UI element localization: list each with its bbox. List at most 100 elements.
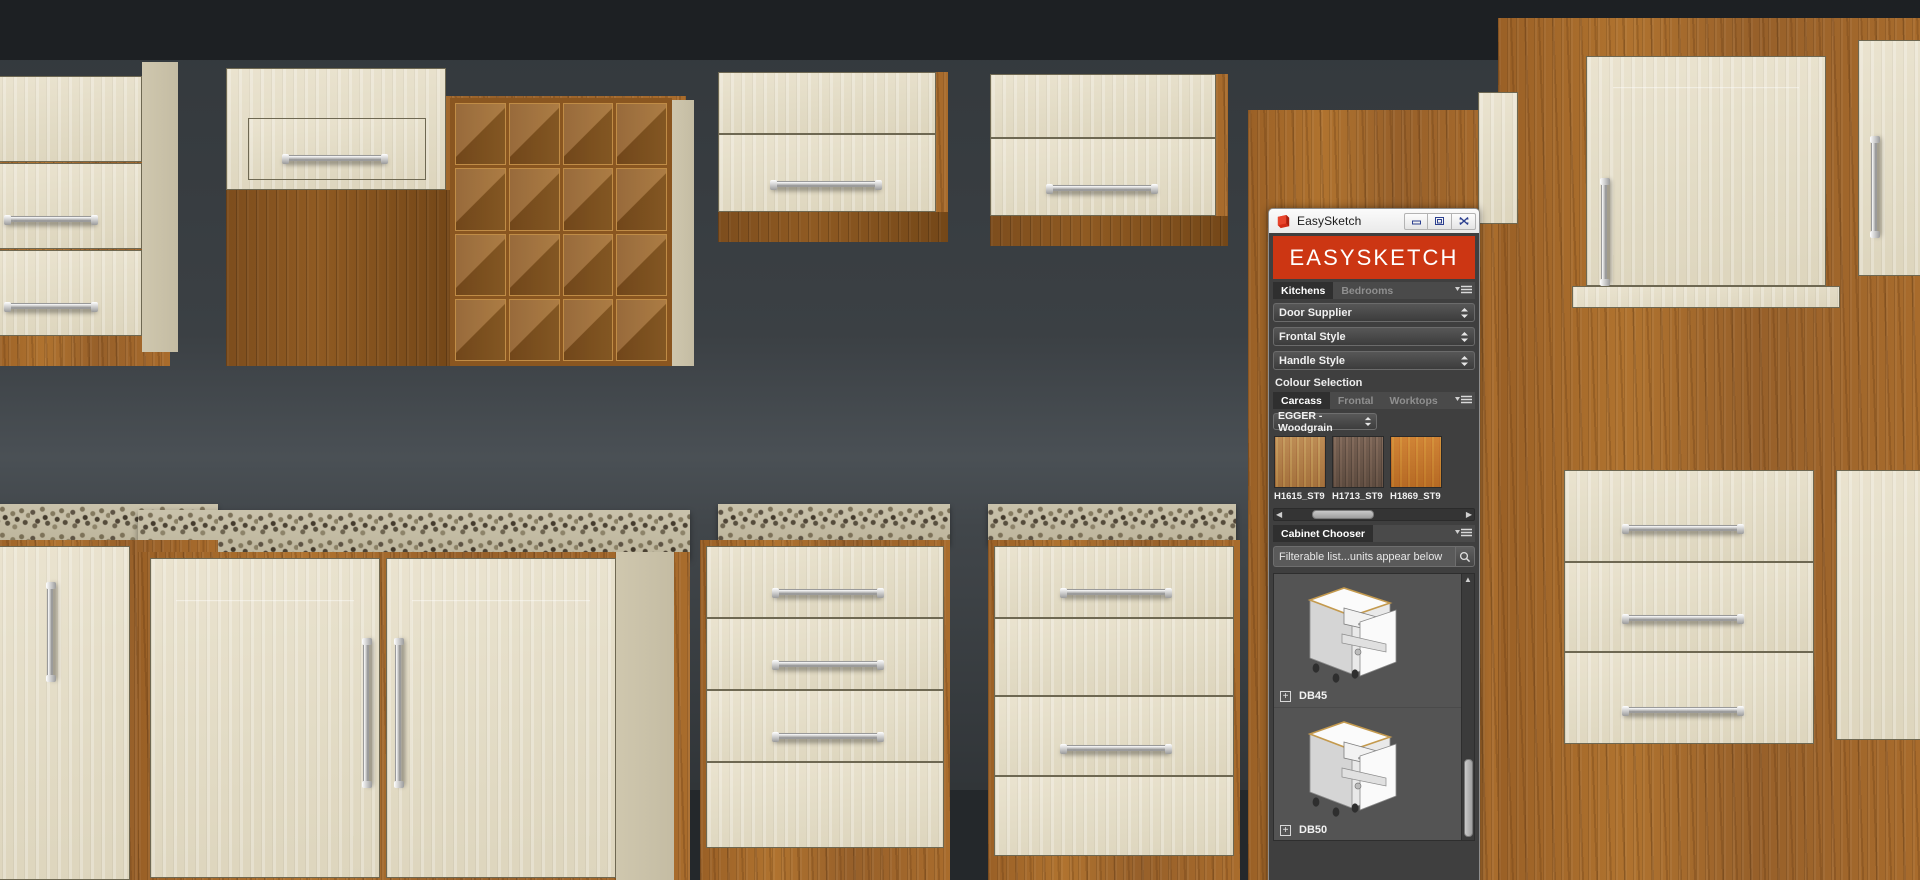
tab-kitchens[interactable]: Kitchens [1273,282,1334,299]
restore-button[interactable] [1428,212,1452,230]
cabinet-list-vertical-scrollbar[interactable]: ▲ [1461,574,1474,840]
hscroll-thumb[interactable] [1311,510,1374,519]
scroll-right-arrow-icon[interactable]: ▶ [1466,510,1472,519]
wall-door-4b [990,138,1216,216]
colour-swatch[interactable] [1390,436,1442,488]
handle-wall-3 [770,180,882,190]
window-controls[interactable] [1404,212,1476,230]
base-door-right-2 [1564,562,1814,652]
main-tabs[interactable]: Kitchens Bedrooms [1273,282,1475,299]
handle-base-left [46,582,56,682]
panel-titlebar[interactable]: EasySketch [1269,209,1479,233]
handle-base-right-2 [1622,614,1744,624]
handle-wall-mid [282,154,388,164]
wine-cell [455,103,506,166]
handle-base-right-3 [1622,706,1744,716]
handle-wall-4 [1046,184,1158,194]
wine-cell [562,168,614,231]
main-tabs-menu-button[interactable] [1455,282,1475,299]
drawer-1b [706,618,944,690]
swatch-cell[interactable]: H1869_ST9 [1390,436,1442,502]
tall-door-right-top [1586,56,1826,286]
design-viewport[interactable] [0,0,1920,880]
wine-cell [508,168,560,231]
minimize-icon [1411,220,1421,224]
cabinet-code: DB50 [1299,824,1328,836]
drawer-2d [994,776,1234,856]
handle-tall-far-right [1870,136,1880,238]
expand-plus-icon[interactable]: + [1280,824,1291,836]
minimize-button[interactable] [1404,212,1428,230]
swatch-cell[interactable]: H1615_ST9 [1274,436,1326,502]
scroll-up-arrow-icon[interactable]: ▲ [1462,574,1474,584]
cabinet-list[interactable]: + DB45 + DB50 ▲ [1273,573,1475,841]
wine-cell [562,233,614,296]
sketchup-logo-icon [1277,214,1290,228]
wall-door-l1 [0,76,142,162]
list-item[interactable]: + DB45 [1274,574,1474,708]
brand-wordmark: EASYSKETCH [1289,244,1459,270]
tab-frontal-label: Frontal [1337,394,1374,407]
handle-wall-l3 [4,302,98,312]
swatch-cell[interactable]: H1713_ST9 [1332,436,1384,502]
colour-swatch-row[interactable]: H1615_ST9 H1713_ST9 H1869_ST9 [1273,436,1475,502]
swatch-horizontal-scrollbar[interactable]: ◀ ▶ [1273,508,1475,521]
handle-style-dropdown[interactable]: Handle Style [1273,351,1475,370]
wall-unit-plinth-4 [990,216,1228,246]
tab-worktops[interactable]: Worktops [1381,392,1446,409]
wine-cell [508,298,560,361]
drawer-2a [994,546,1234,618]
colour-tabs-menu-button[interactable] [1455,392,1475,409]
frontal-style-dropdown[interactable]: Frontal Style [1273,327,1475,346]
colour-swatch[interactable] [1332,436,1384,488]
colour-swatch[interactable] [1274,436,1326,488]
wine-cell [455,298,506,361]
brand-banner: EASYSKETCH [1273,236,1475,279]
hscroll-track[interactable] [1282,510,1466,519]
expand-plus-icon[interactable]: + [1280,690,1291,702]
drawer-1d [706,762,944,848]
wall-unit-backpanel-mid [226,190,450,366]
wall-door-4a [990,74,1216,138]
wine-cell [616,233,667,296]
tab-carcass[interactable]: Carcass [1273,392,1330,409]
tab-bedrooms-label: Bedrooms [1341,284,1394,297]
handle-drawer-2a [1060,588,1172,598]
drawer-2b [994,618,1234,696]
tab-bedrooms[interactable]: Bedrooms [1333,282,1402,299]
wall-unit-plinth-3 [718,212,948,242]
colour-tabs[interactable]: Carcass Frontal Worktops [1273,392,1475,409]
close-button[interactable] [1452,212,1476,230]
worktop-right-b [988,504,1236,544]
cabinet-search-button[interactable] [1455,546,1475,567]
cabinet-search-row[interactable]: Filterable list...units appear below [1273,546,1475,567]
frontal-style-label: Frontal Style [1279,330,1346,343]
cabinet-label-row[interactable]: + DB45 [1280,690,1327,702]
stepper-arrows-icon [1461,355,1468,366]
tab-cabinet-chooser[interactable]: Cabinet Chooser [1273,525,1374,542]
wall-door-right-slim [1478,92,1518,224]
cabinet-chooser-menu-button[interactable] [1455,525,1475,542]
stepper-arrows-icon [1461,331,1468,342]
drawer-1a [706,546,944,618]
handle-base-right-1 [1622,524,1744,534]
base-door-left [0,546,130,880]
handle-style-label: Handle Style [1279,354,1346,367]
tab-frontal[interactable]: Frontal [1329,392,1382,409]
cabinet-chooser-tabs[interactable]: Cabinet Chooser [1273,525,1475,542]
vscroll-thumb[interactable] [1464,759,1473,837]
tall-unit-rail [1572,286,1840,308]
door-supplier-dropdown[interactable]: Door Supplier [1273,303,1475,322]
window-title: EasySketch [1297,214,1362,228]
worktop-center [138,510,690,558]
colour-range-dropdown[interactable]: EGGER - Woodgrain [1273,410,1377,434]
easysketch-panel[interactable]: EasySketch EASYSKETCH Kitchens Bedrooms … [1268,208,1480,880]
wall-unit-side-mid [672,100,694,366]
wine-cell [455,168,506,231]
list-item[interactable]: + DB50 [1274,708,1474,840]
base-door-right-3 [1564,652,1814,744]
wine-rack [450,98,672,366]
tab-worktops-label: Worktops [1389,394,1438,407]
cabinet-label-row[interactable]: + DB50 [1280,824,1327,836]
cabinet-search-input[interactable]: Filterable list...units appear below [1273,546,1455,567]
